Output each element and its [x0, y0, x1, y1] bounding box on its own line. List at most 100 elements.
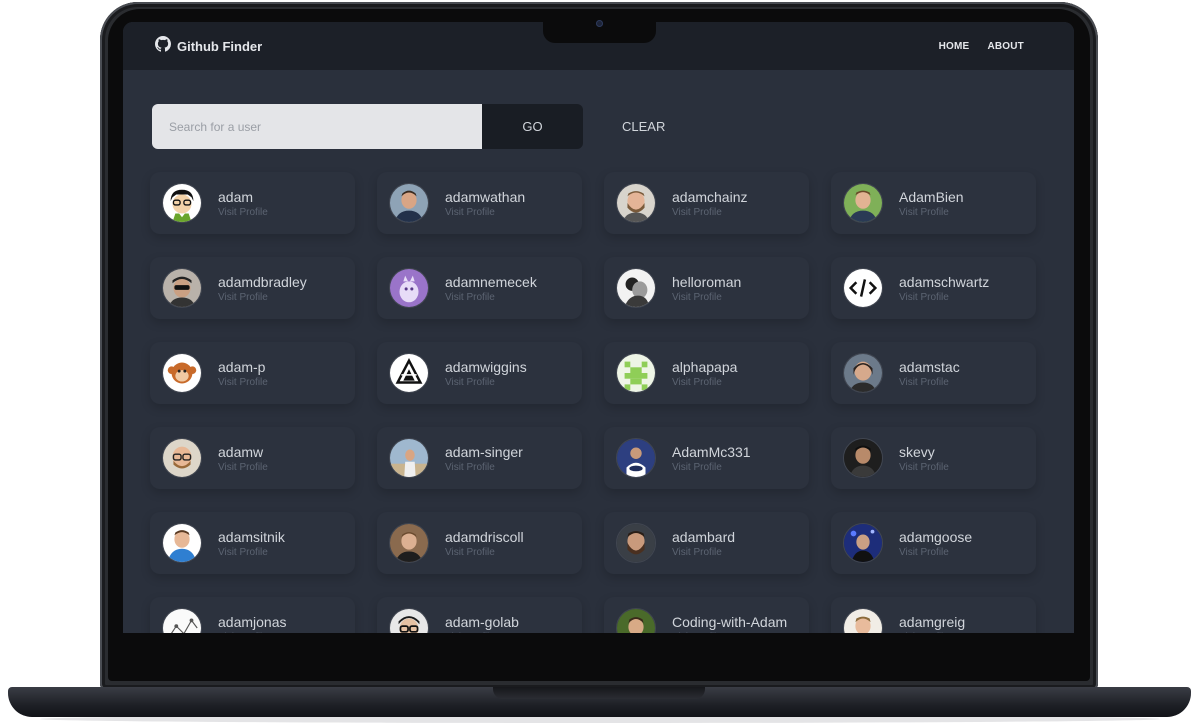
user-card-text: adamdriscoll Visit Profile: [445, 529, 524, 558]
user-login: adamwiggins: [445, 358, 527, 375]
visit-profile-link[interactable]: Visit Profile: [899, 207, 964, 218]
visit-profile-link[interactable]: Visit Profile: [445, 377, 527, 388]
visit-profile-link[interactable]: Visit Profile: [899, 462, 949, 473]
user-card-text: helloroman Visit Profile: [672, 274, 741, 303]
user-avatar[interactable]: [389, 438, 429, 478]
visit-profile-link[interactable]: Visit Profile: [672, 377, 737, 388]
user-card[interactable]: adam-singer Visit Profile: [377, 427, 582, 489]
user-card[interactable]: Coding-with-Adam Visit Profile: [604, 597, 809, 633]
user-avatar[interactable]: [843, 353, 883, 393]
visit-profile-link[interactable]: Visit Profile: [899, 547, 972, 558]
user-avatar[interactable]: [843, 523, 883, 563]
nav-links: HOME ABOUT: [939, 41, 1024, 52]
visit-profile-link[interactable]: Visit Profile: [672, 632, 787, 634]
user-card[interactable]: adamwathan Visit Profile: [377, 172, 582, 234]
user-avatar[interactable]: [162, 268, 202, 308]
user-card-text: adamsitnik Visit Profile: [218, 529, 285, 558]
visit-profile-link[interactable]: Visit Profile: [445, 207, 525, 218]
user-avatar[interactable]: [162, 438, 202, 478]
user-login: alphapapa: [672, 358, 738, 375]
user-login: AdamBien: [899, 188, 964, 205]
user-card-text: adamstac Visit Profile: [899, 359, 960, 388]
user-card[interactable]: adamdriscoll Visit Profile: [377, 512, 582, 574]
user-avatar[interactable]: [389, 183, 429, 223]
user-card[interactable]: adam-golab Visit Profile: [377, 597, 582, 633]
user-card[interactable]: adamschwartz Visit Profile: [831, 257, 1036, 319]
user-card-text: skevy Visit Profile: [899, 444, 949, 473]
user-avatar[interactable]: [616, 438, 656, 478]
user-card[interactable]: adamjonas Visit Profile: [150, 597, 355, 633]
user-avatar[interactable]: [389, 608, 429, 633]
visit-profile-link[interactable]: Visit Profile: [445, 462, 523, 473]
user-card-text: adamw Visit Profile: [218, 444, 268, 473]
user-card[interactable]: adam-p Visit Profile: [150, 342, 355, 404]
user-login: adamschwartz: [899, 273, 990, 290]
visit-profile-link[interactable]: Visit Profile: [445, 292, 537, 303]
user-card[interactable]: adamw Visit Profile: [150, 427, 355, 489]
user-card[interactable]: adamnemecek Visit Profile: [377, 257, 582, 319]
user-card[interactable]: adamdbradley Visit Profile: [150, 257, 355, 319]
visit-profile-link[interactable]: Visit Profile: [218, 632, 287, 634]
user-card[interactable]: adamsitnik Visit Profile: [150, 512, 355, 574]
user-login: Coding-with-Adam: [672, 613, 788, 630]
user-card-text: adam-singer Visit Profile: [445, 444, 523, 473]
user-card[interactable]: helloroman Visit Profile: [604, 257, 809, 319]
camera-icon: [596, 20, 603, 27]
user-card[interactable]: adamgreig Visit Profile: [831, 597, 1036, 633]
user-card[interactable]: adamchainz Visit Profile: [604, 172, 809, 234]
visit-profile-link[interactable]: Visit Profile: [672, 207, 748, 218]
user-card[interactable]: AdamBien Visit Profile: [831, 172, 1036, 234]
visit-profile-link[interactable]: Visit Profile: [218, 462, 268, 473]
user-card[interactable]: adambard Visit Profile: [604, 512, 809, 574]
user-avatar[interactable]: [162, 523, 202, 563]
user-login: adamjonas: [218, 613, 287, 630]
app-screen: Github Finder HOME ABOUT GO CLEAR adam Vi…: [123, 22, 1074, 633]
visit-profile-link[interactable]: Visit Profile: [899, 632, 965, 634]
visit-profile-link[interactable]: Visit Profile: [218, 292, 307, 303]
user-card-text: adamdbradley Visit Profile: [218, 274, 307, 303]
user-login: AdamMc331: [672, 443, 751, 460]
user-avatar[interactable]: [843, 438, 883, 478]
user-card-text: alphapapa Visit Profile: [672, 359, 737, 388]
user-avatar[interactable]: [616, 183, 656, 223]
go-button[interactable]: GO: [482, 104, 583, 149]
visit-profile-link[interactable]: Visit Profile: [899, 377, 960, 388]
user-avatar[interactable]: [389, 523, 429, 563]
user-avatar[interactable]: [162, 353, 202, 393]
user-avatar[interactable]: [162, 183, 202, 223]
user-card[interactable]: skevy Visit Profile: [831, 427, 1036, 489]
user-card[interactable]: adamstac Visit Profile: [831, 342, 1036, 404]
user-card[interactable]: AdamMc331 Visit Profile: [604, 427, 809, 489]
user-card[interactable]: alphapapa Visit Profile: [604, 342, 809, 404]
visit-profile-link[interactable]: Visit Profile: [899, 292, 989, 303]
user-avatar[interactable]: [843, 268, 883, 308]
user-card[interactable]: adamwiggins Visit Profile: [377, 342, 582, 404]
user-card[interactable]: adam Visit Profile: [150, 172, 355, 234]
visit-profile-link[interactable]: Visit Profile: [672, 547, 735, 558]
user-card[interactable]: adamgoose Visit Profile: [831, 512, 1036, 574]
visit-profile-link[interactable]: Visit Profile: [218, 207, 268, 218]
brand[interactable]: Github Finder: [155, 35, 262, 57]
visit-profile-link[interactable]: Visit Profile: [445, 547, 524, 558]
visit-profile-link[interactable]: Visit Profile: [445, 632, 519, 634]
nav-about-link[interactable]: ABOUT: [987, 41, 1024, 52]
user-avatar[interactable]: [389, 268, 429, 308]
visit-profile-link[interactable]: Visit Profile: [672, 462, 751, 473]
user-avatar[interactable]: [162, 608, 202, 633]
visit-profile-link[interactable]: Visit Profile: [218, 377, 268, 388]
clear-button[interactable]: CLEAR: [622, 119, 665, 134]
user-avatar[interactable]: [616, 268, 656, 308]
user-avatar[interactable]: [616, 608, 656, 633]
user-card-text: adamjonas Visit Profile: [218, 614, 287, 634]
visit-profile-link[interactable]: Visit Profile: [672, 292, 741, 303]
nav-home-link[interactable]: HOME: [939, 41, 970, 52]
visit-profile-link[interactable]: Visit Profile: [218, 547, 285, 558]
user-avatar[interactable]: [843, 183, 883, 223]
user-avatar[interactable]: [616, 353, 656, 393]
user-card-text: Coding-with-Adam Visit Profile: [672, 614, 787, 634]
user-login: adam: [218, 188, 254, 205]
user-avatar[interactable]: [389, 353, 429, 393]
search-input[interactable]: [152, 104, 482, 149]
user-avatar[interactable]: [843, 608, 883, 633]
user-avatar[interactable]: [616, 523, 656, 563]
